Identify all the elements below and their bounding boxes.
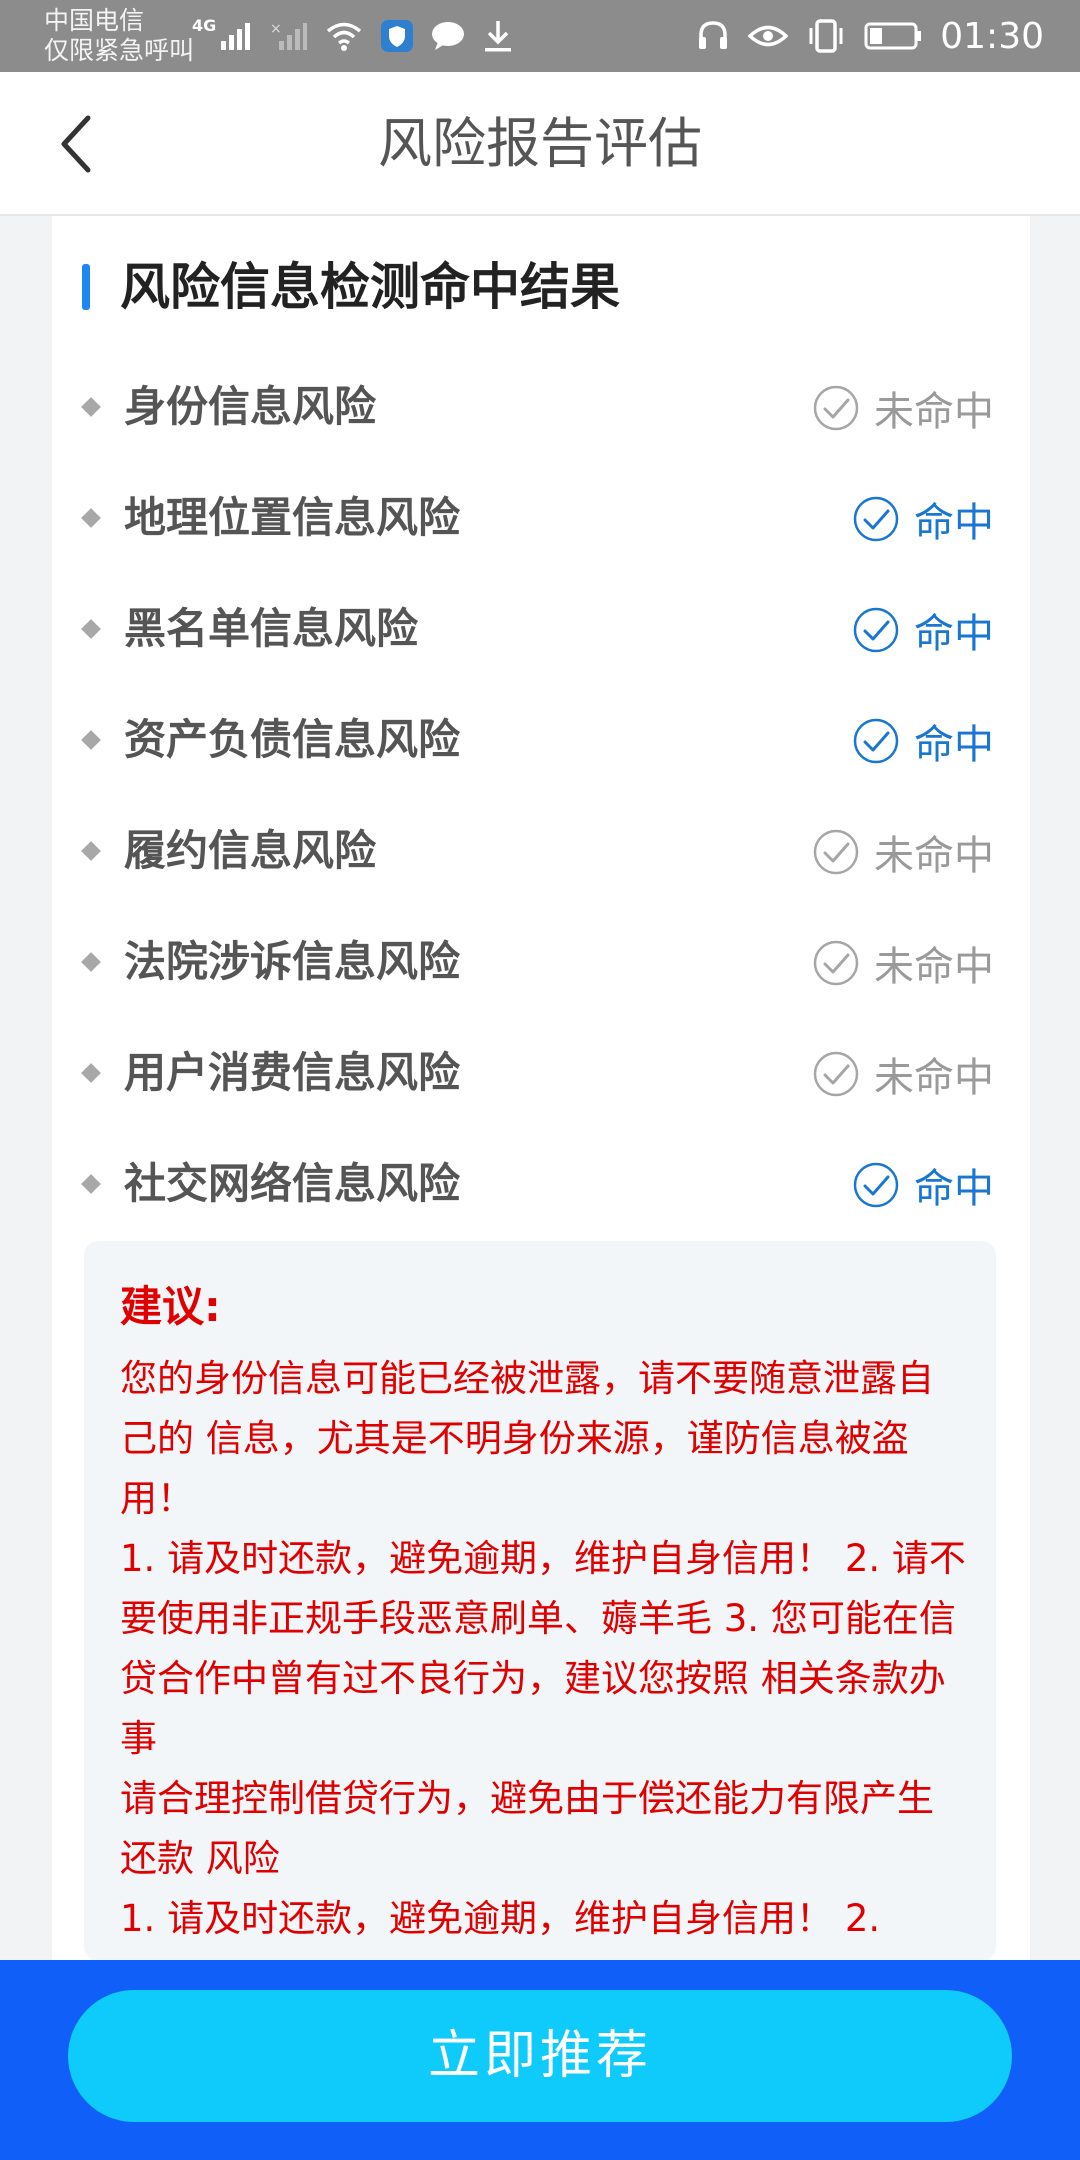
bottom-bar: 立即推荐 xyxy=(0,1960,1080,2160)
check-circle-icon xyxy=(813,829,859,875)
advice-title: 建议: xyxy=(120,1282,221,1331)
diamond-bullet-icon xyxy=(81,619,101,639)
check-circle-icon xyxy=(813,940,859,986)
risk-status-text: 命中 xyxy=(914,1166,994,1212)
network-type: 4G xyxy=(192,16,217,35)
risk-label: 资产负债信息风险 xyxy=(124,715,461,764)
section-title: 风险信息检测命中结果 xyxy=(120,258,620,316)
svg-text:×: × xyxy=(270,21,282,37)
risk-status-text: 命中 xyxy=(914,611,994,657)
check-circle-icon xyxy=(853,1162,899,1208)
risk-status: 未命中 xyxy=(812,1046,994,1102)
risk-status: 命中 xyxy=(852,1157,994,1213)
diamond-bullet-icon xyxy=(81,397,101,417)
eye-comfort-icon xyxy=(748,25,789,47)
risk-label: 履约信息风险 xyxy=(124,826,377,875)
advice-paragraph: 1. 请及时还款，避免逾期，维护自身信用！ 2. xyxy=(120,1897,881,1940)
risk-item: 黑名单信息风险 命中 xyxy=(52,574,1030,685)
battery-icon xyxy=(864,22,922,50)
risk-status-text: 未命中 xyxy=(874,944,994,990)
risk-status: 未命中 xyxy=(812,935,994,991)
check-circle-icon xyxy=(853,607,899,653)
headset-icon xyxy=(699,21,728,49)
security-shield-icon xyxy=(381,20,414,52)
status-icons-left: 4G × xyxy=(192,14,514,58)
risk-item: 履约信息风险 未命中 xyxy=(52,796,1030,907)
check-circle-icon xyxy=(813,1051,859,1097)
risk-list: 身份信息风险 未命中 地理位置信息风险 命中 黑名单信息风险 命中 资产负债信息风险 命中 履约… xyxy=(52,352,1030,1240)
message-icon xyxy=(432,22,465,50)
advice-box: 建议: 您的身份信息可能已经被泄露，请不要随意泄露自己的 信息，尤其是不明身份来… xyxy=(84,1241,996,1961)
advice-paragraph: 请合理控制借贷行为，避免由于偿还能力有限产生还款 风险 xyxy=(120,1777,934,1880)
risk-item: 社交网络信息风险 命中 xyxy=(52,1129,1030,1240)
download-icon xyxy=(485,21,512,52)
risk-item: 身份信息风险 未命中 xyxy=(52,352,1030,463)
diamond-bullet-icon xyxy=(81,1174,101,1194)
risk-status-text: 未命中 xyxy=(874,389,994,435)
recommend-now-button[interactable]: 立即推荐 xyxy=(68,1990,1012,2122)
risk-item: 用户消费信息风险 未命中 xyxy=(52,1018,1030,1129)
chevron-left-icon xyxy=(61,115,91,173)
risk-label: 身份信息风险 xyxy=(124,382,377,431)
risk-item: 地理位置信息风险 命中 xyxy=(52,463,1030,574)
wifi-icon xyxy=(327,22,362,51)
diamond-bullet-icon xyxy=(81,952,101,972)
back-button[interactable] xyxy=(44,112,108,176)
risk-label: 法院涉诉信息风险 xyxy=(124,937,461,986)
carrier-name: 中国电信 xyxy=(44,6,145,35)
emergency-only-text: 仅限紧急呼叫 xyxy=(44,36,195,65)
risk-item: 法院涉诉信息风险 未命中 xyxy=(52,907,1030,1018)
risk-status-text: 命中 xyxy=(914,500,994,546)
risk-label: 黑名单信息风险 xyxy=(124,604,419,653)
advice-text: 您的身份信息可能已经被泄露，请不要随意泄露自己的 信息，尤其是不明身份来源，谨防… xyxy=(120,1349,970,1949)
diamond-bullet-icon xyxy=(81,508,101,528)
no-signal-icon: × xyxy=(270,21,308,50)
risk-item: 资产负债信息风险 命中 xyxy=(52,685,1030,796)
risk-status: 命中 xyxy=(852,491,994,547)
risk-status-text: 命中 xyxy=(914,722,994,768)
check-circle-icon xyxy=(853,496,899,542)
title-bar: 风险报告评估 xyxy=(0,72,1080,216)
page-title: 风险报告评估 xyxy=(378,112,702,175)
carrier-info: 中国电信 仅限紧急呼叫 xyxy=(44,6,194,66)
clock: 01:30 xyxy=(940,15,1044,57)
section-accent-bar xyxy=(82,264,90,310)
diamond-bullet-icon xyxy=(81,730,101,750)
risk-label: 用户消费信息风险 xyxy=(124,1048,461,1097)
advice-paragraph: 1. 请及时还款，避免逾期，维护自身信用！ 2. 请不要使用非正规手段恶意刷单、… xyxy=(120,1537,966,1760)
risk-report-card: 风险信息检测命中结果 身份信息风险 未命中 地理位置信息风险 命中 黑名单信息风险 命中资… xyxy=(52,216,1030,1961)
risk-status: 命中 xyxy=(852,602,994,658)
risk-status-text: 未命中 xyxy=(874,833,994,879)
risk-status-text: 未命中 xyxy=(874,1055,994,1101)
status-icons-right: 01:30 xyxy=(696,14,1044,58)
vibrate-icon xyxy=(809,19,843,53)
risk-status: 未命中 xyxy=(812,824,994,880)
risk-status: 命中 xyxy=(852,713,994,769)
status-bar: 中国电信 仅限紧急呼叫 4G × 01:30 xyxy=(0,0,1080,72)
check-circle-icon xyxy=(853,718,899,764)
diamond-bullet-icon xyxy=(81,841,101,861)
risk-label: 地理位置信息风险 xyxy=(124,493,461,542)
advice-paragraph: 您的身份信息可能已经被泄露，请不要随意泄露自己的 信息，尤其是不明身份来源，谨防… xyxy=(120,1357,934,1520)
diamond-bullet-icon xyxy=(81,1063,101,1083)
risk-label: 社交网络信息风险 xyxy=(124,1159,461,1208)
check-circle-icon xyxy=(813,385,859,431)
signal-icon xyxy=(221,23,251,50)
risk-status: 未命中 xyxy=(812,380,994,436)
